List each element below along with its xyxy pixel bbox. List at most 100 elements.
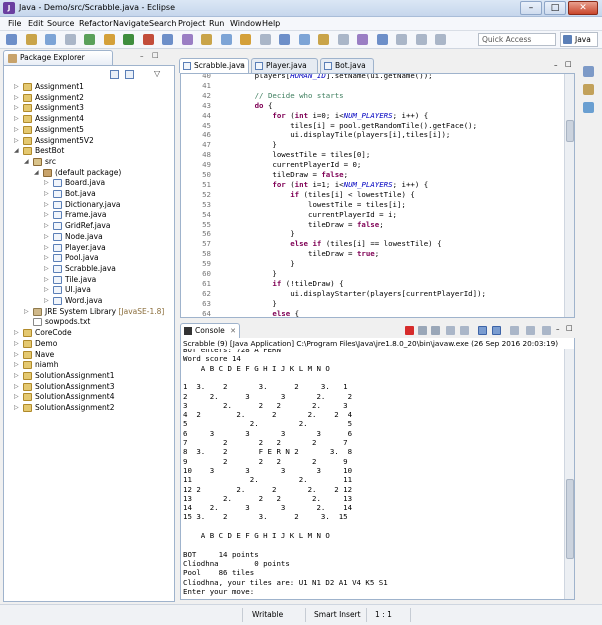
toggle-mark-icon[interactable]	[259, 34, 271, 45]
editor-minimize-icon[interactable]: –	[554, 61, 558, 69]
console-tab[interactable]: Console ✕	[180, 323, 240, 338]
view-maximize-icon[interactable]: □	[152, 51, 159, 59]
new-java-project-icon[interactable]	[162, 34, 173, 45]
maximize-button[interactable]: □	[544, 1, 566, 15]
word-wrap-icon[interactable]	[415, 34, 427, 45]
save-icon[interactable]	[25, 34, 37, 45]
package-explorer-tab[interactable]: Package Explorer	[3, 50, 113, 65]
view-minimize-icon[interactable]: –	[140, 52, 144, 60]
block-select-icon[interactable]	[435, 34, 446, 45]
collapsed-arrow-icon[interactable]: ▷	[44, 253, 52, 263]
collapsed-arrow-icon[interactable]: ▷	[14, 392, 22, 402]
save-all-icon[interactable]	[45, 34, 56, 45]
editor-scrollbar[interactable]	[564, 74, 574, 317]
collapsed-arrow-icon[interactable]: ▷	[44, 200, 52, 210]
editor-tab[interactable]: Scrabble.java ✕	[179, 58, 249, 73]
collapsed-arrow-icon[interactable]: ▷	[14, 103, 22, 113]
outline-view-icon[interactable]	[583, 66, 594, 77]
close-icon[interactable]: ✕	[230, 324, 236, 338]
collapsed-arrow-icon[interactable]: ▷	[44, 275, 52, 285]
open-type-icon[interactable]	[220, 34, 232, 45]
editor-tab[interactable]: Player.java	[251, 58, 318, 73]
menu-window[interactable]: Window	[230, 19, 262, 28]
collapsed-arrow-icon[interactable]: ▷	[14, 328, 22, 338]
collapsed-arrow-icon[interactable]: ▷	[44, 285, 52, 295]
collapsed-arrow-icon[interactable]: ▷	[14, 371, 22, 381]
new-package-icon[interactable]	[181, 34, 193, 45]
restore-view-icon[interactable]	[583, 102, 594, 113]
collapsed-arrow-icon[interactable]: ▷	[14, 125, 22, 135]
show-on-output-icon[interactable]	[478, 326, 487, 335]
collapsed-arrow-icon[interactable]: ▷	[14, 350, 22, 360]
collapsed-arrow-icon[interactable]: ▷	[44, 189, 52, 199]
debug-icon[interactable]	[84, 34, 95, 45]
menu-refactor[interactable]: Refactor	[79, 19, 113, 28]
code-editor[interactable]: 40 players[HUMAN_ID].setName(ui.getName(…	[180, 73, 575, 318]
clear-console-icon[interactable]	[446, 326, 455, 335]
menu-file[interactable]: File	[8, 19, 21, 28]
pin-icon[interactable]	[376, 34, 388, 45]
menu-source[interactable]: Source	[47, 19, 74, 28]
collapsed-arrow-icon[interactable]: ▷	[14, 114, 22, 124]
expanded-arrow-icon[interactable]: ◢	[24, 157, 32, 167]
terminate-icon[interactable]	[405, 326, 414, 335]
minimize-button[interactable]: –	[520, 1, 542, 15]
editor-maximize-icon[interactable]: □	[565, 60, 572, 68]
console-scroll-thumb[interactable]	[566, 479, 574, 559]
editor-tab[interactable]: Bot.java	[320, 58, 374, 73]
collapsed-arrow-icon[interactable]: ▷	[44, 210, 52, 220]
collapsed-arrow-icon[interactable]: ▷	[44, 221, 52, 231]
collapsed-arrow-icon[interactable]: ▷	[44, 296, 52, 306]
editor-scroll-thumb[interactable]	[566, 120, 574, 142]
menu-search[interactable]: Search	[149, 19, 176, 28]
collapsed-arrow-icon[interactable]: ▷	[14, 136, 22, 146]
display-console-icon[interactable]	[526, 326, 535, 335]
collapsed-arrow-icon[interactable]: ▷	[14, 360, 22, 370]
menu-navigate[interactable]: Navigate	[113, 19, 149, 28]
remove-all-icon[interactable]	[431, 326, 440, 335]
collapsed-arrow-icon[interactable]: ▷	[14, 382, 22, 392]
pin-console-icon[interactable]	[510, 326, 519, 335]
collapsed-arrow-icon[interactable]: ▷	[14, 339, 22, 349]
new-class-icon[interactable]	[201, 34, 212, 45]
expanded-arrow-icon[interactable]: ◢	[14, 146, 22, 156]
collapsed-arrow-icon[interactable]: ▷	[14, 93, 22, 103]
show-on-error-icon[interactable]	[492, 326, 501, 335]
quick-access-input[interactable]: Quick Access	[478, 33, 556, 46]
console-output[interactable]: BOT enters: 728 A FERN Word score 14 A B …	[180, 349, 575, 600]
menu-project[interactable]: Project	[178, 19, 205, 28]
new-icon[interactable]	[6, 34, 17, 45]
back-icon[interactable]	[337, 34, 349, 45]
view-menu-icon[interactable]: ▽	[154, 69, 160, 78]
collapse-all-icon[interactable]	[110, 70, 119, 79]
collapsed-arrow-icon[interactable]: ▷	[44, 264, 52, 274]
expanded-arrow-icon[interactable]: ◢	[34, 168, 42, 178]
console-scrollbar[interactable]	[564, 349, 574, 599]
last-edit-icon[interactable]	[318, 34, 329, 45]
search-icon[interactable]	[240, 34, 251, 45]
close-button[interactable]: ✕	[568, 1, 598, 15]
remove-launch-icon[interactable]	[418, 326, 427, 335]
run-icon[interactable]	[123, 34, 134, 45]
prev-annotation-icon[interactable]	[298, 34, 310, 45]
menu-run[interactable]: Run	[209, 19, 224, 28]
next-annotation-icon[interactable]	[279, 34, 290, 45]
console-minimize-icon[interactable]: –	[556, 325, 560, 333]
task-list-icon[interactable]	[583, 84, 594, 95]
run-last-icon[interactable]	[103, 34, 115, 45]
close-icon[interactable]: ✕	[239, 59, 245, 73]
open-console-icon[interactable]	[542, 326, 551, 335]
print-icon[interactable]	[64, 34, 76, 45]
forward-icon[interactable]	[357, 34, 368, 45]
menu-help[interactable]: Help	[262, 19, 280, 28]
external-tools-icon[interactable]	[142, 34, 154, 45]
menu-edit[interactable]: Edit	[28, 19, 44, 28]
collapsed-arrow-icon[interactable]: ▷	[14, 82, 22, 92]
scroll-lock-icon[interactable]	[460, 326, 469, 335]
console-maximize-icon[interactable]: □	[566, 324, 573, 332]
collapsed-arrow-icon[interactable]: ▷	[44, 243, 52, 253]
collapsed-arrow-icon[interactable]: ▷	[14, 403, 22, 413]
collapsed-arrow-icon[interactable]: ▷	[44, 232, 52, 242]
link-with-editor-icon[interactable]	[125, 70, 134, 79]
toggle-breadcrumb-icon[interactable]	[396, 34, 407, 45]
